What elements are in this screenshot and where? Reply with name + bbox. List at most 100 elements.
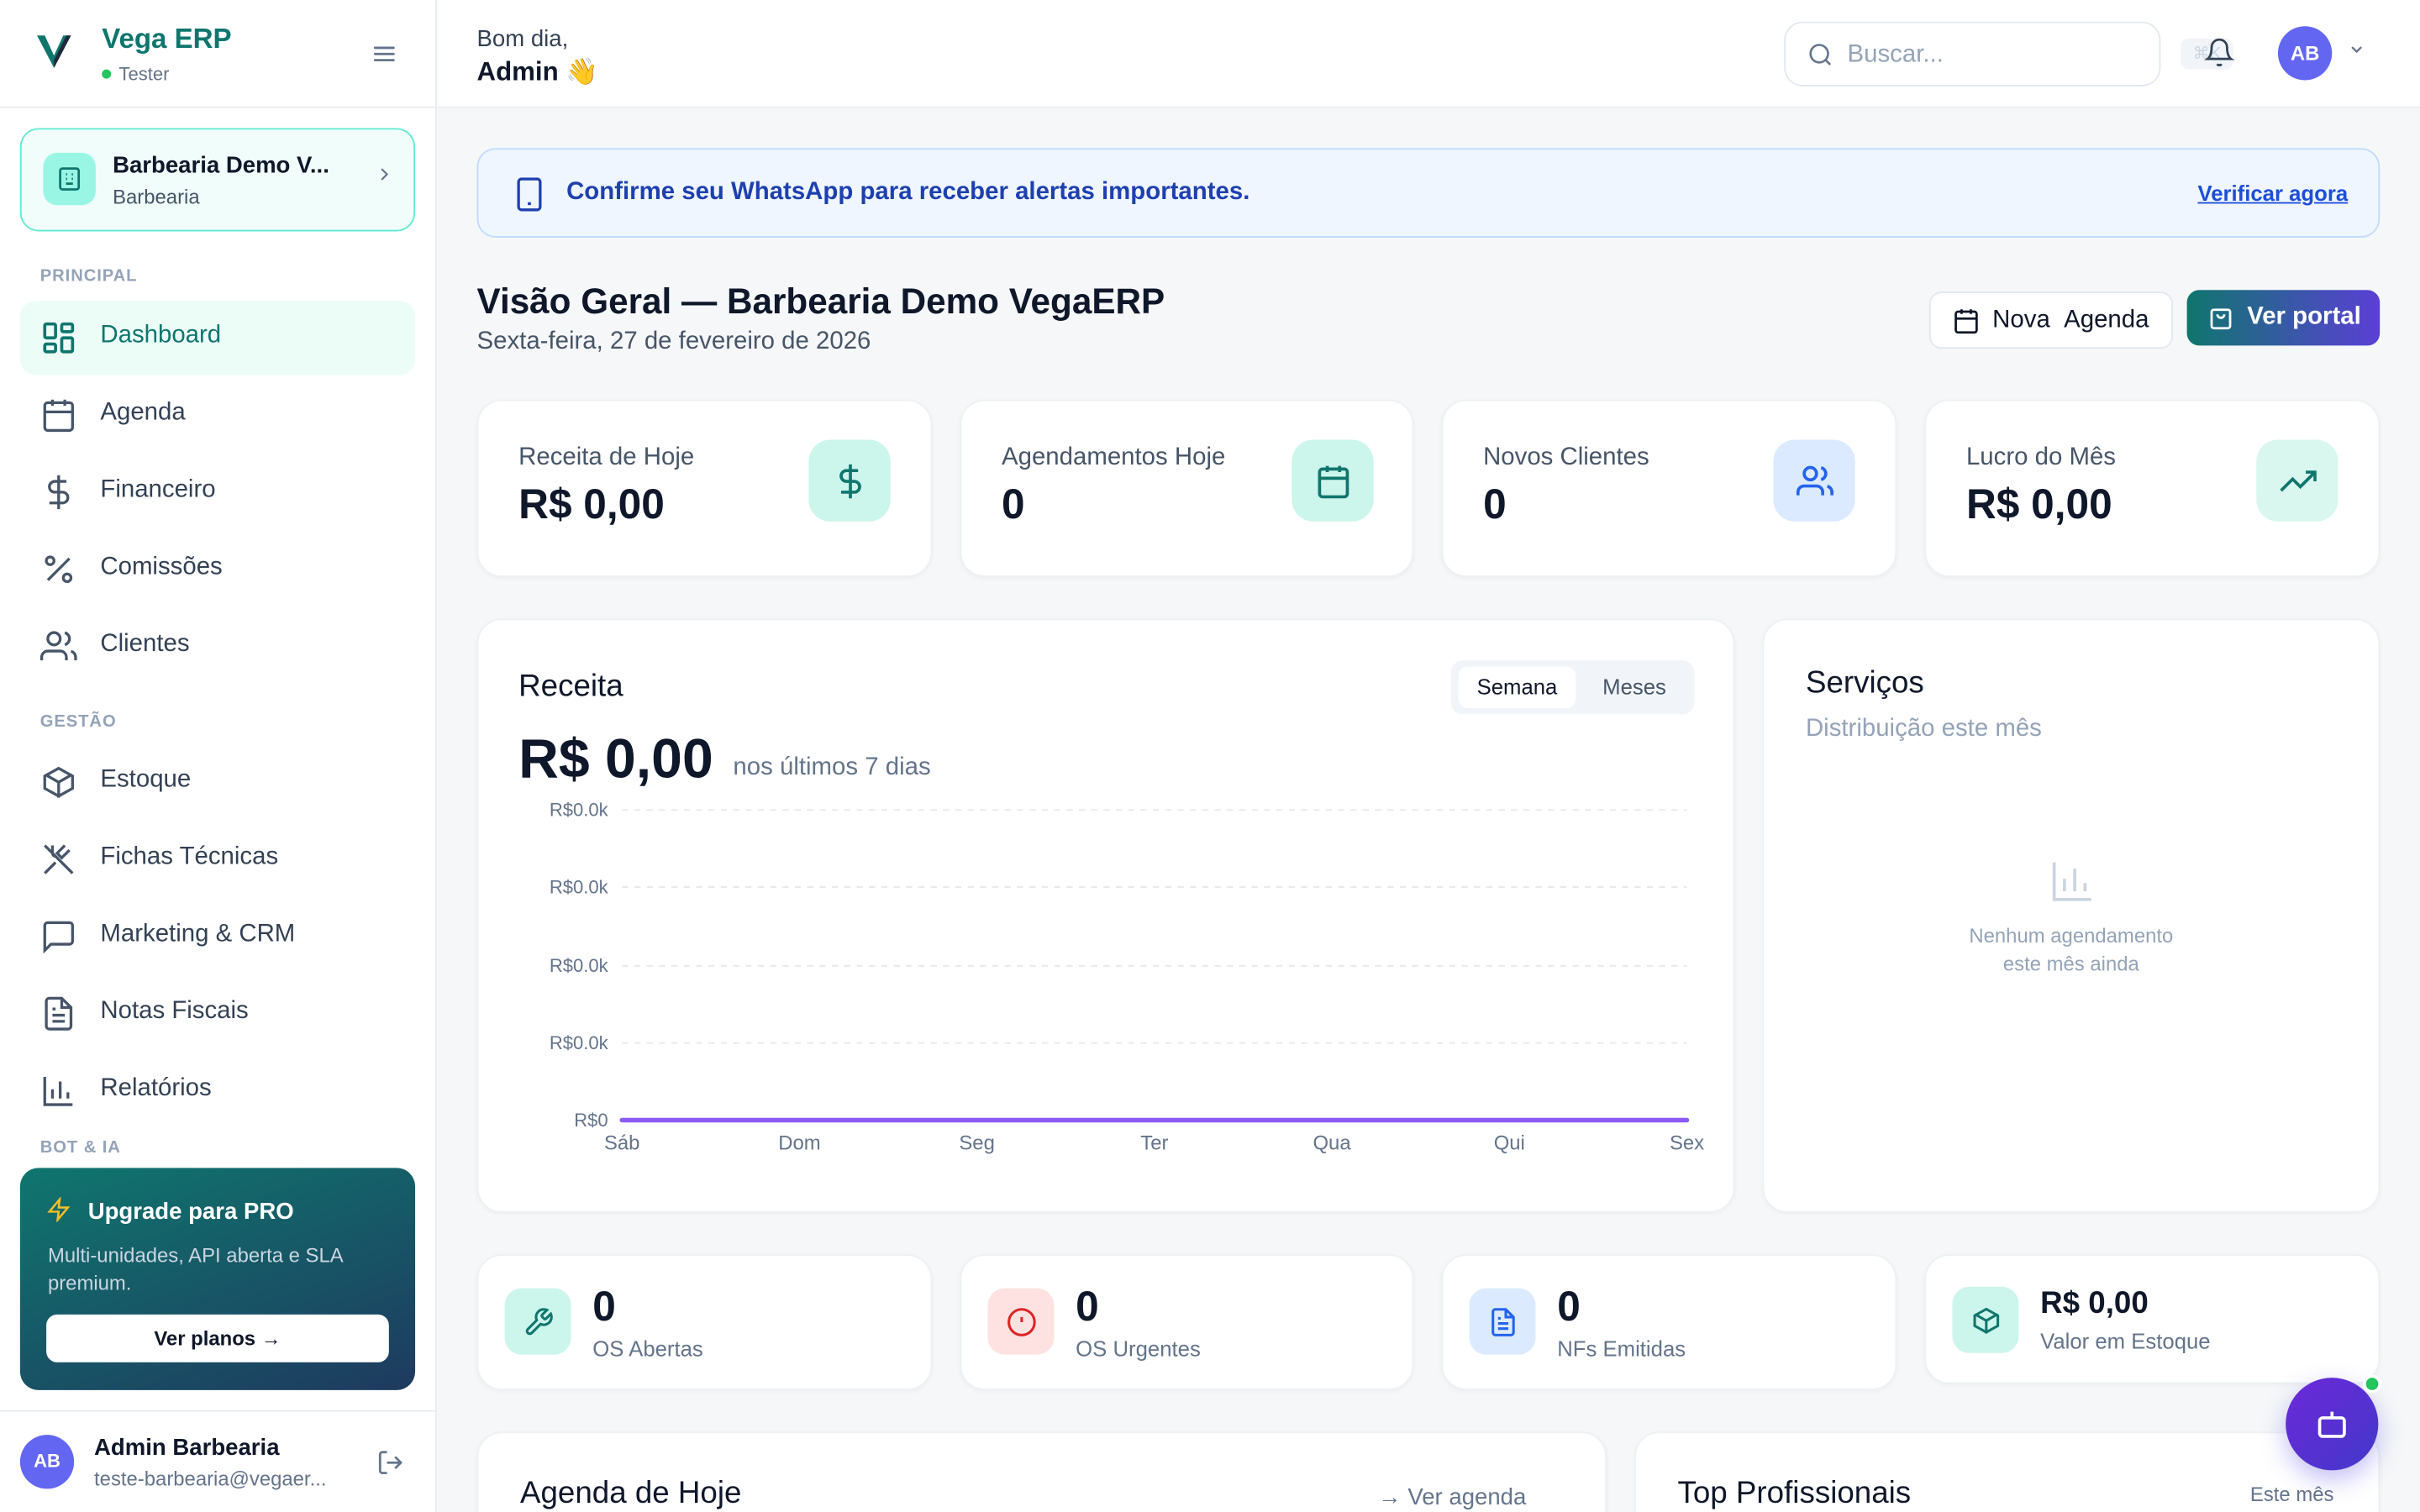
kpi-card-appointments: Agendamentos Hoje 0 bbox=[960, 399, 1414, 577]
new-agenda-label: Nova Agenda bbox=[1992, 307, 2149, 335]
today-agenda-card: Agenda de Hoje → Ver agenda bbox=[476, 1431, 1607, 1512]
stat-value: 0 bbox=[1076, 1284, 1099, 1331]
kpi-value: R$ 0,00 bbox=[1965, 481, 2112, 528]
x-tick-label: Dom bbox=[778, 1131, 820, 1154]
sidebar-item-fichas-tecnicas[interactable]: Fichas Técnicas bbox=[20, 822, 415, 896]
greeting-name: Admin 👋 bbox=[476, 56, 599, 87]
online-indicator bbox=[2362, 1374, 2382, 1394]
vega-logo bbox=[37, 35, 71, 68]
alert-circle-icon bbox=[987, 1288, 1055, 1355]
percent-icon bbox=[45, 555, 73, 584]
stat-label: OS Urgentes bbox=[1076, 1336, 1201, 1361]
brand-name: Vega ERP bbox=[102, 23, 232, 55]
section-label-principal: PRINCIPAL bbox=[39, 266, 138, 286]
view-portal-button[interactable]: Ver portal bbox=[2186, 290, 2381, 346]
company-type: Barbearia bbox=[113, 185, 200, 208]
new-agenda-button[interactable]: Nova Agenda bbox=[1928, 291, 2174, 349]
stat-card-os-urgent: 0 OS Urgentes bbox=[960, 1254, 1414, 1390]
sidebar-item-label: Agenda bbox=[100, 399, 186, 426]
kpi-card-profit: Lucro do Mês R$ 0,00 bbox=[1924, 399, 2381, 577]
services-title: Serviços bbox=[1805, 666, 1924, 701]
avatar[interactable]: AB bbox=[19, 1435, 75, 1489]
services-card: Serviços Distribuição este mês Nenhum ag… bbox=[1762, 618, 2381, 1213]
stat-label: Valor em Estoque bbox=[2040, 1328, 2211, 1353]
new-agenda-word2: Agenda bbox=[2064, 307, 2149, 333]
sidebar-item-dashboard[interactable]: Dashboard bbox=[19, 301, 416, 375]
sidebar-item-financeiro[interactable]: Financeiro bbox=[20, 455, 415, 529]
y-tick-label: R$0 bbox=[574, 1110, 608, 1131]
x-tick-label: Seg bbox=[959, 1131, 994, 1154]
user-email: teste-barbearia@vegaer... bbox=[94, 1467, 327, 1491]
section-label-gestao: GESTÃO bbox=[39, 712, 117, 732]
company-selector[interactable]: Barbearia Demo V... Barbearia bbox=[19, 128, 416, 232]
period-label: Este mês bbox=[2249, 1483, 2334, 1506]
sidebar-item-agenda[interactable]: Agenda bbox=[20, 378, 415, 452]
package-icon bbox=[43, 766, 74, 798]
stat-card-nfs: 0 NFs Emitidas bbox=[1441, 1254, 1897, 1390]
kpi-card-revenue: Receita de Hoje R$ 0,00 bbox=[476, 399, 933, 577]
calendar-icon bbox=[1292, 439, 1374, 522]
see-plans-button[interactable]: Ver planos → bbox=[46, 1314, 389, 1362]
empty-line-1: Nenhum agendamento bbox=[1969, 924, 2174, 948]
stat-card-stock-value: R$ 0,00 Valor em Estoque bbox=[1924, 1254, 2381, 1384]
package-icon bbox=[1952, 1286, 2019, 1353]
y-tick-label: R$0.0k bbox=[550, 1032, 609, 1053]
chatbot-button[interactable] bbox=[2286, 1378, 2379, 1471]
top-professionals-card: Top Profissionais Este mês bbox=[1634, 1431, 2381, 1512]
chevron-right-icon bbox=[381, 168, 389, 181]
bot-icon bbox=[2317, 1411, 2346, 1438]
status-text: Tester bbox=[118, 63, 170, 86]
dollar-icon bbox=[48, 475, 70, 510]
kpi-value: 0 bbox=[1002, 481, 1025, 528]
sidebar-item-label: Relatórios bbox=[100, 1075, 212, 1102]
sidebar-item-clientes[interactable]: Clientes bbox=[20, 609, 415, 683]
services-subtitle: Distribuição este mês bbox=[1805, 716, 2042, 743]
kpi-label: Agendamentos Hoje bbox=[1002, 444, 1226, 471]
stat-value: 0 bbox=[1557, 1284, 1581, 1331]
utensils-icon bbox=[44, 844, 74, 874]
bar-chart-icon bbox=[43, 1077, 73, 1106]
page-date: Sexta-feira, 27 de fevereiro de 2026 bbox=[476, 328, 871, 355]
bolt-icon bbox=[47, 1197, 71, 1222]
sidebar-item-label: Marketing & CRM bbox=[100, 921, 296, 948]
sidebar-item-marketing[interactable]: Marketing & CRM bbox=[20, 900, 415, 974]
dashboard-icon bbox=[43, 322, 75, 354]
logout-icon[interactable] bbox=[376, 1449, 404, 1477]
verify-now-link[interactable]: Verificar agora bbox=[2197, 181, 2348, 205]
message-icon bbox=[43, 921, 74, 954]
services-empty-text: Nenhum agendamento este mês ainda bbox=[1918, 922, 2224, 978]
kpi-label: Lucro do Mês bbox=[1965, 444, 2117, 471]
search-input[interactable]: Buscar... bbox=[1784, 21, 2161, 87]
sidebar-item-comissoes[interactable]: Comissões bbox=[20, 533, 415, 606]
brand-status: Tester bbox=[102, 63, 169, 85]
sidebar-item-relatorios[interactable]: Relatórios bbox=[20, 1053, 415, 1127]
new-agenda-word1: Nova bbox=[1992, 307, 2050, 333]
top-professionals-title: Top Profissionais bbox=[1677, 1476, 1912, 1511]
bell-icon[interactable] bbox=[2203, 37, 2235, 68]
sidebar-item-label: Clientes bbox=[100, 631, 190, 658]
page-title: Visão Geral — Barbearia Demo VegaERP bbox=[476, 281, 1165, 322]
file-text-icon bbox=[1469, 1288, 1536, 1355]
chevron-down-icon[interactable] bbox=[2348, 40, 2366, 59]
sidebar-item-label: Notas Fiscais bbox=[100, 998, 249, 1025]
status-dot bbox=[102, 69, 112, 79]
avatar[interactable]: AB bbox=[2277, 26, 2333, 81]
menu-icon[interactable] bbox=[372, 42, 397, 66]
upgrade-title: Upgrade para PRO bbox=[87, 1199, 294, 1226]
stat-card-os-open: 0 OS Abertas bbox=[476, 1254, 933, 1390]
y-tick-label: R$0.0k bbox=[550, 876, 609, 897]
company-name: Barbearia Demo V... bbox=[113, 152, 329, 180]
y-tick-label: R$0.0k bbox=[550, 955, 609, 976]
trending-up-icon bbox=[2256, 439, 2338, 522]
kpi-label: Novos Clientes bbox=[1483, 444, 1649, 471]
x-tick-label: Qui bbox=[1494, 1131, 1525, 1154]
greeting: Bom dia, bbox=[476, 26, 569, 53]
view-agenda-link[interactable]: → Ver agenda bbox=[1378, 1484, 1526, 1510]
sidebar-item-label: Estoque bbox=[100, 766, 192, 794]
sidebar-item-notas-fiscais[interactable]: Notas Fiscais bbox=[20, 977, 415, 1051]
calendar-icon bbox=[43, 399, 74, 433]
smartphone-icon bbox=[517, 177, 542, 212]
kpi-value: R$ 0,00 bbox=[518, 481, 665, 528]
sidebar-item-estoque[interactable]: Estoque bbox=[20, 745, 415, 819]
banner-text: Confirme seu WhatsApp para receber alert… bbox=[566, 179, 1250, 206]
